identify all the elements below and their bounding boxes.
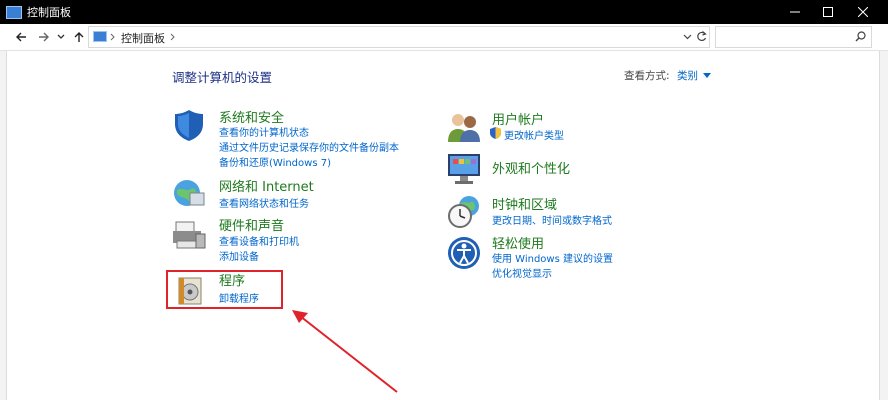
network-status-link[interactable]: 查看网络状态和任务 — [219, 195, 309, 210]
forward-button[interactable] — [35, 28, 53, 46]
maximize-icon — [823, 7, 833, 17]
chevron-down-icon — [57, 34, 65, 39]
uac-shield-icon — [490, 127, 501, 139]
refresh-icon[interactable] — [696, 30, 707, 42]
view-by-dropdown[interactable]: 类别 — [677, 68, 712, 83]
clock-globe-icon[interactable] — [447, 194, 481, 228]
title-bar: 控制面板 — [0, 0, 888, 24]
search-input[interactable] — [715, 26, 872, 48]
network-internet-category[interactable]: 网络和 Internet — [219, 176, 314, 195]
view-by-value[interactable]: 类别 — [677, 70, 698, 82]
address-toolbar: 控制面板 — [0, 24, 888, 51]
close-icon — [858, 7, 868, 17]
minimize-icon — [790, 11, 800, 13]
change-date-time-link[interactable]: 更改日期、时间或数字格式 — [492, 212, 612, 227]
view-by-label: 查看方式: — [624, 70, 670, 82]
control-panel-app-icon — [6, 6, 22, 19]
up-button[interactable] — [70, 28, 88, 46]
breadcrumb-control-panel[interactable]: 控制面板 — [121, 30, 165, 46]
hardware-sound-category[interactable]: 硬件和声音 — [219, 215, 284, 234]
right-edge-panel — [879, 51, 888, 400]
back-button[interactable] — [12, 28, 30, 46]
address-dropdown-icon[interactable] — [683, 33, 692, 41]
appearance-personalization-category[interactable]: 外观和个性化 — [492, 158, 570, 177]
breadcrumb-chevron-icon — [110, 33, 115, 41]
page-heading: 调整计算机的设置 — [172, 70, 273, 85]
annotation-arrow — [292, 310, 398, 393]
control-panel-icon — [93, 31, 107, 42]
search-icon[interactable] — [855, 31, 866, 42]
devices-printers-link[interactable]: 查看设备和打印机 — [219, 233, 299, 248]
shield-icon[interactable] — [172, 108, 206, 142]
ease-of-access-icon[interactable] — [447, 236, 481, 270]
caret-down-icon — [703, 73, 712, 78]
change-account-type-link[interactable]: 更改帐户类型 — [504, 127, 564, 142]
breadcrumb-chevron-icon[interactable] — [170, 33, 176, 41]
view-computer-status-link[interactable]: 查看你的计算机状态 — [219, 124, 309, 139]
printer-icon[interactable] — [172, 218, 206, 252]
appearance-monitor-icon[interactable] — [447, 152, 481, 186]
network-globe-icon[interactable] — [172, 176, 206, 210]
recommended-settings-link[interactable]: 使用 Windows 建议的设置 — [492, 250, 613, 265]
arrow-up-icon — [74, 32, 84, 42]
address-box[interactable]: 控制面板 — [88, 26, 710, 48]
backup-restore-link[interactable]: 备份和还原(Windows 7) — [219, 154, 331, 169]
arrow-left-icon — [16, 32, 26, 42]
content-pane — [0, 51, 888, 400]
left-edge-panel — [0, 51, 7, 400]
close-button[interactable] — [840, 0, 886, 24]
user-accounts-icon[interactable] — [447, 110, 481, 144]
optimize-visual-display-link[interactable]: 优化视觉显示 — [492, 265, 552, 280]
add-device-link[interactable]: 添加设备 — [219, 248, 259, 263]
highlight-box — [166, 270, 283, 309]
arrow-right-icon — [39, 32, 49, 42]
recent-locations-button[interactable] — [55, 28, 67, 46]
user-accounts-category[interactable]: 用户帐户 — [492, 109, 544, 128]
file-history-link[interactable]: 通过文件历史记录保存你的文件备份副本 — [219, 139, 399, 154]
clock-region-category[interactable]: 时钟和区域 — [492, 194, 557, 213]
window-title: 控制面板 — [27, 6, 71, 19]
